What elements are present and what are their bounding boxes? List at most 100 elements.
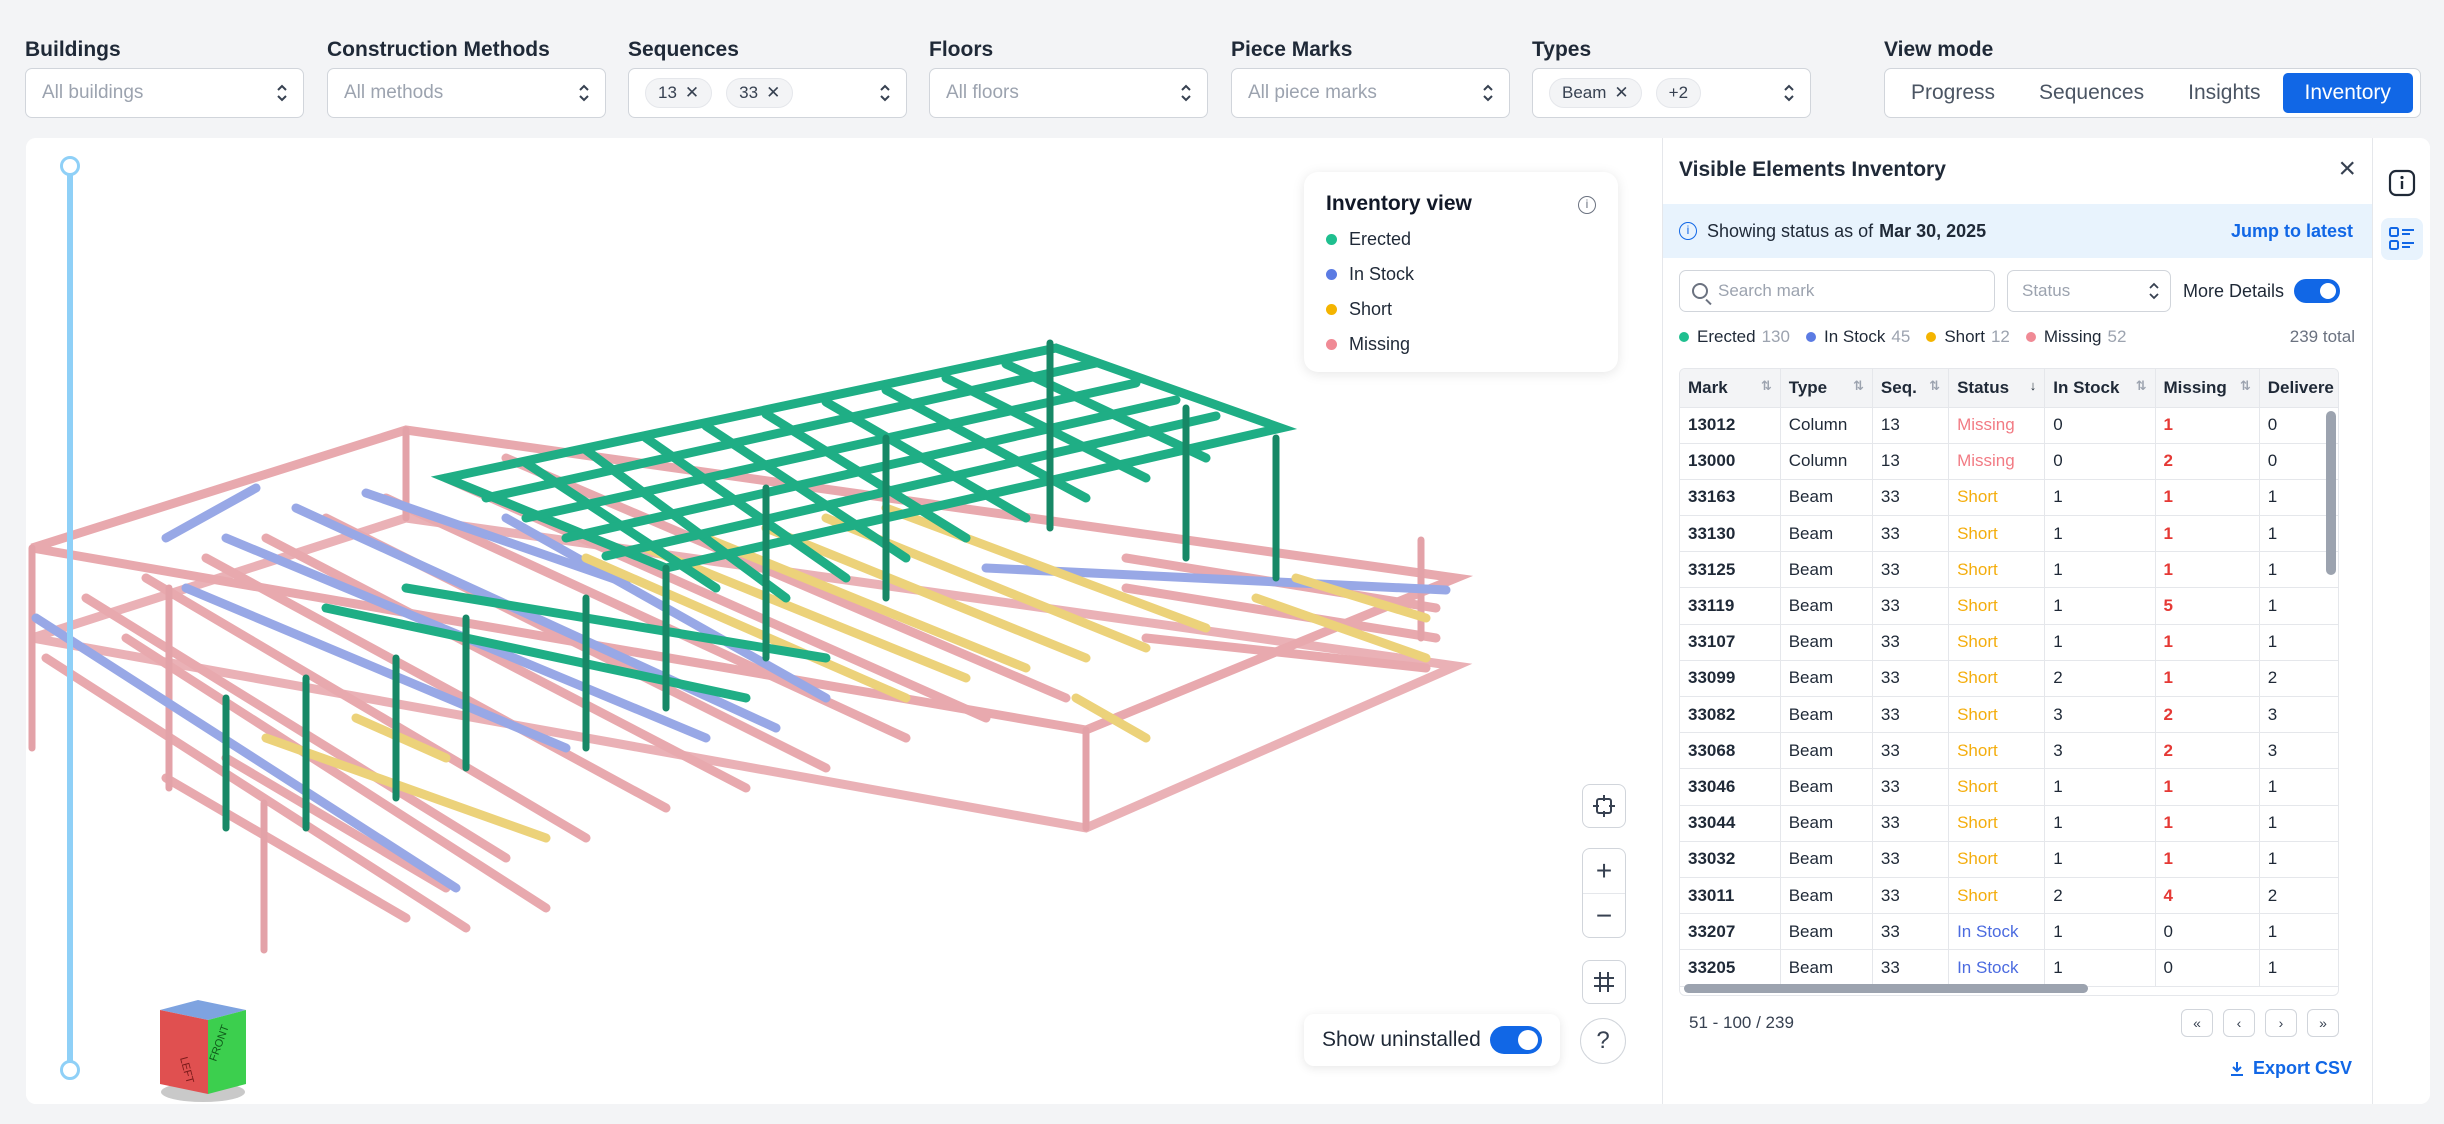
- select-caret-icon: [277, 84, 287, 102]
- timeline-end-handle[interactable]: [60, 1060, 80, 1080]
- column-header[interactable]: Type ⇅: [1780, 369, 1873, 408]
- delivered-cell: 1: [2259, 805, 2338, 842]
- zoom-out-button[interactable]: −: [1583, 894, 1625, 938]
- column-header[interactable]: Seq. ⇅: [1872, 369, 1950, 408]
- tab-insights[interactable]: Insights: [2166, 73, 2282, 113]
- types-label: Types: [1532, 38, 1592, 61]
- close-icon[interactable]: ×: [2338, 152, 2356, 186]
- piece-marks-select[interactable]: All piece marks: [1231, 68, 1510, 118]
- legend-item-missing: Missing: [1326, 327, 1596, 362]
- right-rail: [2372, 138, 2430, 1104]
- table-row[interactable]: 33130 Beam 33 Short 1 1 1: [1680, 515, 2338, 553]
- status-select[interactable]: Status: [2007, 270, 2171, 312]
- info-panel-button[interactable]: [2381, 162, 2423, 204]
- mark-cell: 33119: [1680, 587, 1781, 625]
- status-cell: Short: [1948, 696, 2046, 734]
- inventory-table[interactable]: Mark ⇅ Type ⇅ Seq. ⇅ Status ↓ In Stock ⇅ Missing ⇅ D…: [1679, 368, 2339, 996]
- sort-icon[interactable]: ⇅: [1853, 378, 1864, 394]
- show-uninstalled-toggle[interactable]: [1490, 1026, 1542, 1054]
- column-header[interactable]: In Stock ⇅: [2044, 369, 2156, 408]
- table-row[interactable]: 33107 Beam 33 Short 1 1 1: [1680, 624, 2338, 661]
- jump-to-latest-link[interactable]: Jump to latest: [2231, 221, 2353, 242]
- timeline-track[interactable]: [67, 158, 73, 1078]
- table-row[interactable]: 33125 Beam 33 Short 1 1 1: [1680, 551, 2338, 589]
- short-dot: [1926, 332, 1937, 342]
- sort-icon[interactable]: ⇅: [2240, 378, 2251, 394]
- vertical-scrollbar[interactable]: [2326, 411, 2336, 575]
- mark-cell: 33107: [1680, 624, 1781, 661]
- table-row[interactable]: 13000 Column 13 Missing 0 2 0: [1680, 443, 2338, 480]
- piece-marks-placeholder: All piece marks: [1248, 82, 1377, 103]
- column-header[interactable]: Missing ⇅: [2155, 369, 2260, 408]
- buildings-select[interactable]: All buildings: [25, 68, 304, 118]
- table-row[interactable]: 33205 Beam 33 In Stock 1 0 1: [1680, 949, 2338, 987]
- table-row[interactable]: 33082 Beam 33 Short 3 2 3: [1680, 696, 2338, 734]
- table-row[interactable]: 33068 Beam 33 Short 3 2 3: [1680, 732, 2338, 770]
- inventory-list-button[interactable]: [2381, 218, 2423, 260]
- delivered-cell: 1: [2259, 624, 2338, 661]
- count-value: 45: [1891, 327, 1911, 346]
- search-input[interactable]: Search mark: [1679, 270, 1995, 312]
- missing-cell: 2: [2155, 696, 2260, 734]
- mark-cell: 33011: [1680, 877, 1781, 915]
- sequences-select[interactable]: 13 ✕ 33 ✕: [628, 68, 907, 118]
- chip-remove-icon[interactable]: ✕: [1614, 83, 1628, 103]
- column-header-label: Seq.: [1880, 377, 1917, 397]
- table-row[interactable]: 33032 Beam 33 Short 1 1 1: [1680, 841, 2338, 878]
- first-page-button[interactable]: «: [2181, 1009, 2213, 1037]
- table-row[interactable]: 33046 Beam 33 Short 1 1 1: [1680, 768, 2338, 806]
- pagination-range: 51 - 100 / 239: [1689, 1013, 1794, 1032]
- inventory-panel: Visible Elements Inventory × i Showing s…: [1662, 138, 2373, 1104]
- table-row[interactable]: 33119 Beam 33 Short 1 5 1: [1680, 587, 2338, 625]
- column-header[interactable]: Mark ⇅: [1680, 369, 1781, 408]
- show-uninstalled-control: Show uninstalled: [1304, 1014, 1560, 1066]
- floors-select[interactable]: All floors: [929, 68, 1208, 118]
- table-row[interactable]: 33044 Beam 33 Short 1 1 1: [1680, 805, 2338, 842]
- type-cell: Beam: [1780, 479, 1873, 517]
- horizontal-scrollbar[interactable]: [1684, 984, 2088, 993]
- view-mode-tabs: Progress Sequences Insights Inventory: [1884, 68, 2421, 118]
- chip-remove-icon[interactable]: ✕: [766, 83, 780, 103]
- select-caret-icon: [1483, 84, 1493, 102]
- table-row[interactable]: 33011 Beam 33 Short 2 4 2: [1680, 877, 2338, 915]
- sort-icon[interactable]: ⇅: [2136, 378, 2147, 394]
- methods-select[interactable]: All methods: [327, 68, 606, 118]
- type-cell: Beam: [1780, 660, 1873, 698]
- table-row[interactable]: 33207 Beam 33 In Stock 1 0 1: [1680, 913, 2338, 951]
- more-types-chip[interactable]: +2: [1655, 78, 1702, 108]
- tab-progress[interactable]: Progress: [1889, 73, 2017, 113]
- tab-sequences[interactable]: Sequences: [2017, 73, 2166, 113]
- types-select[interactable]: Beam ✕ +2: [1532, 68, 1811, 118]
- table-row[interactable]: 33163 Beam 33 Short 1 1 1: [1680, 479, 2338, 517]
- last-page-button[interactable]: »: [2307, 1009, 2339, 1037]
- help-button[interactable]: ?: [1580, 1018, 1626, 1064]
- in-stock-cell: 3: [2044, 732, 2156, 770]
- sort-icon[interactable]: ⇅: [1929, 378, 1940, 394]
- timeline-start-handle[interactable]: [60, 156, 80, 176]
- grid-toggle-button[interactable]: [1582, 960, 1626, 1004]
- timeline-slider[interactable]: [60, 156, 80, 1080]
- mark-cell: 33130: [1680, 515, 1781, 553]
- sort-desc-icon[interactable]: ↓: [2030, 378, 2037, 393]
- status-cell: Short: [1948, 805, 2046, 842]
- more-details-toggle[interactable]: [2294, 279, 2341, 303]
- model-viewer[interactable]: Inventory view i Erected In Stock Short …: [26, 138, 1662, 1104]
- export-csv-button[interactable]: Export CSV: [2229, 1058, 2352, 1079]
- chip-remove-icon[interactable]: ✕: [685, 83, 699, 103]
- next-page-button[interactable]: ›: [2265, 1009, 2297, 1037]
- status-cell: In Stock: [1948, 949, 2046, 987]
- seq-cell: 33: [1872, 949, 1950, 987]
- sort-icon[interactable]: ⇅: [1761, 378, 1772, 394]
- delivered-cell: 1: [2259, 768, 2338, 806]
- mark-cell: 33044: [1680, 805, 1781, 842]
- prev-page-button[interactable]: ‹: [2223, 1009, 2255, 1037]
- table-row[interactable]: 13012 Column 13 Missing 0 1 0: [1680, 407, 2338, 444]
- tab-inventory[interactable]: Inventory: [2282, 73, 2413, 113]
- zoom-in-button[interactable]: +: [1583, 849, 1625, 893]
- info-icon[interactable]: i: [1578, 196, 1596, 214]
- table-row[interactable]: 33099 Beam 33 Short 2 1 2: [1680, 660, 2338, 698]
- view-cube-icon[interactable]: LEFT FRONT: [148, 992, 258, 1102]
- column-header[interactable]: Status ↓: [1948, 369, 2046, 408]
- fit-view-button[interactable]: [1582, 784, 1626, 828]
- column-header[interactable]: Delivere: [2259, 369, 2338, 408]
